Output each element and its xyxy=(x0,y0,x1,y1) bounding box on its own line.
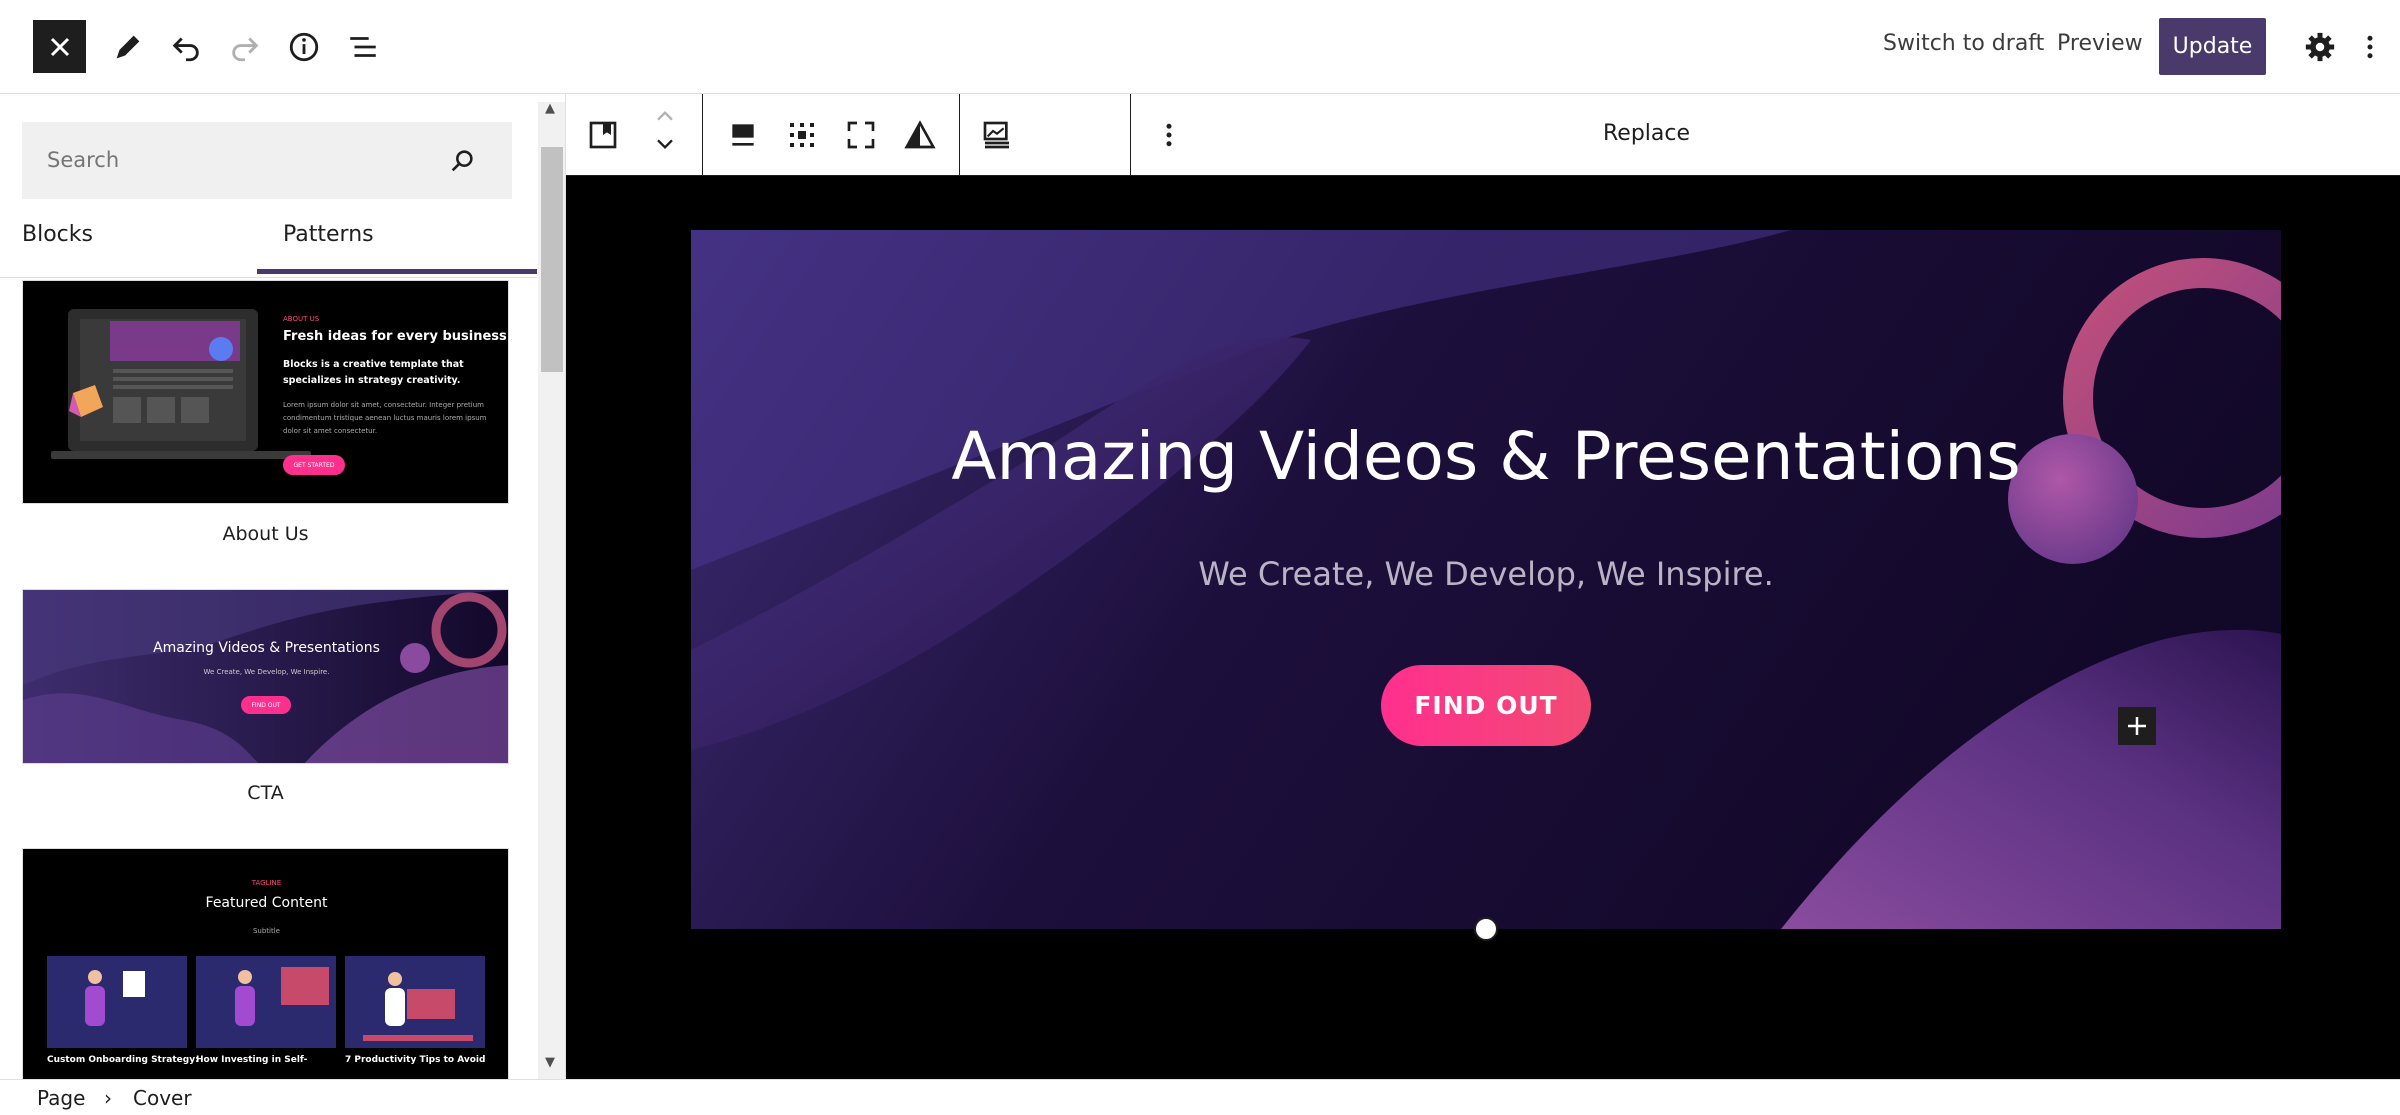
chevron-right-icon: › xyxy=(104,1086,112,1110)
preview-button[interactable]: Preview xyxy=(2057,31,2143,56)
about-us-heading: Fresh ideas for every business xyxy=(283,329,507,344)
info-icon xyxy=(289,32,319,62)
switch-to-draft-button[interactable]: Switch to draft xyxy=(1883,31,2044,56)
search-icon xyxy=(451,150,473,172)
settings-button[interactable] xyxy=(2297,24,2343,70)
toolbar-separator xyxy=(959,94,960,176)
about-us-subheading: Blocks is a creative template that speci… xyxy=(283,359,464,386)
breadcrumb-item-cover[interactable]: Cover xyxy=(133,1086,192,1110)
scroll-down-arrow-icon[interactable]: ▼ xyxy=(543,1056,557,1070)
pencil-icon xyxy=(116,35,140,59)
top-toolbar: Switch to draft Preview Update xyxy=(0,0,2400,94)
contrast-triangle-icon xyxy=(904,120,936,149)
chevron-down-icon xyxy=(657,139,673,149)
cover-block-icon xyxy=(589,121,617,149)
undo-icon xyxy=(172,37,199,62)
about-us-illustration xyxy=(51,309,311,459)
details-button[interactable] xyxy=(281,24,327,70)
cta-preview-subheading: We Create, We Develop, We Inspire. xyxy=(203,668,330,676)
cta-preview-button: FIND OUT xyxy=(241,696,291,714)
close-icon xyxy=(50,37,69,56)
search-placeholder: Search xyxy=(47,148,120,172)
plus-icon xyxy=(2128,717,2146,735)
tab-blocks[interactable]: Blocks xyxy=(22,222,93,247)
move-down-button[interactable] xyxy=(644,134,686,156)
more-vertical-icon xyxy=(1166,123,1172,147)
about-us-cta: GET STARTED xyxy=(283,455,345,475)
cta-illustration xyxy=(23,590,508,763)
redo-icon xyxy=(232,37,259,62)
move-up-button[interactable] xyxy=(644,104,686,126)
cover-subheading[interactable]: We Create, We Develop, We Inspire. xyxy=(691,555,2281,593)
pattern-featured-content[interactable]: TAGLINE Featured Content Subtitle Custom… xyxy=(22,848,509,1079)
replace-media-icon-button[interactable] xyxy=(976,114,1018,156)
full-height-button[interactable] xyxy=(840,114,882,156)
content-position-button[interactable] xyxy=(722,114,764,156)
toolbar-separator xyxy=(1130,94,1131,176)
block-options-button[interactable] xyxy=(1148,114,1190,156)
matrix-position-button[interactable] xyxy=(781,114,823,156)
about-us-body: Lorem ipsum dolor sit amet, consectetur.… xyxy=(283,401,487,435)
inserter-sidebar: Search Blocks Patterns ▲ ▼ ABOUT US Fres… xyxy=(0,94,566,1079)
list-view-button[interactable] xyxy=(340,24,386,70)
duotone-button[interactable] xyxy=(899,114,941,156)
tools-button[interactable] xyxy=(105,24,151,70)
toolbar-separator xyxy=(702,94,703,176)
featured-card-title-3: 7 Productivity Tips to Avoid xyxy=(345,1055,486,1065)
dot-grid-icon xyxy=(790,123,814,147)
redo-button[interactable] xyxy=(222,24,268,70)
gear-icon xyxy=(2305,32,2335,62)
featured-card-title-2: How Investing in Self- xyxy=(196,1055,308,1065)
block-toolbar: Replace xyxy=(566,94,2400,176)
close-button[interactable] xyxy=(33,20,86,73)
align-bottom-icon xyxy=(732,124,754,146)
pattern-label-about-us: About Us xyxy=(222,523,309,545)
search-input[interactable]: Search xyxy=(22,122,512,199)
featured-cards-illustration xyxy=(47,956,485,1048)
find-out-button[interactable]: FIND OUT xyxy=(1381,665,1591,746)
pattern-cta[interactable]: Amazing Videos & Presentations We Create… xyxy=(22,589,509,764)
update-button[interactable]: Update xyxy=(2159,18,2266,75)
cover-block[interactable]: Amazing Videos & Presentations We Create… xyxy=(691,230,2281,929)
pattern-about-us[interactable]: ABOUT US Fresh ideas for every business … xyxy=(22,280,509,504)
undo-button[interactable] xyxy=(163,24,209,70)
more-vertical-icon xyxy=(2367,35,2373,59)
scroll-up-arrow-icon[interactable]: ▲ xyxy=(543,102,557,116)
featured-card-title-1: Custom Onboarding Strategy: xyxy=(47,1055,199,1065)
tabs-divider xyxy=(0,277,537,278)
cover-resize-handle[interactable] xyxy=(1474,917,1498,941)
tab-patterns[interactable]: Patterns xyxy=(283,222,374,247)
media-replace-icon xyxy=(983,121,1009,149)
add-block-button[interactable] xyxy=(2118,707,2156,745)
list-view-icon xyxy=(350,37,376,57)
sidebar-scrollbar-thumb[interactable] xyxy=(541,147,563,372)
breadcrumb-item-page[interactable]: Page xyxy=(37,1086,85,1110)
options-menu-button[interactable] xyxy=(2358,24,2382,70)
active-tab-indicator xyxy=(257,269,537,274)
about-us-eyebrow: ABOUT US xyxy=(283,315,320,323)
replace-button[interactable]: Replace xyxy=(1603,121,1690,146)
cta-preview-heading: Amazing Videos & Presentations xyxy=(153,640,380,656)
cover-heading[interactable]: Amazing Videos & Presentations xyxy=(691,418,2281,495)
chevron-up-icon xyxy=(657,111,673,121)
pattern-label-cta: CTA xyxy=(247,782,284,804)
fullscreen-icon xyxy=(847,121,875,149)
breadcrumb: Page › Cover xyxy=(0,1079,2400,1115)
block-type-button[interactable] xyxy=(582,114,624,156)
